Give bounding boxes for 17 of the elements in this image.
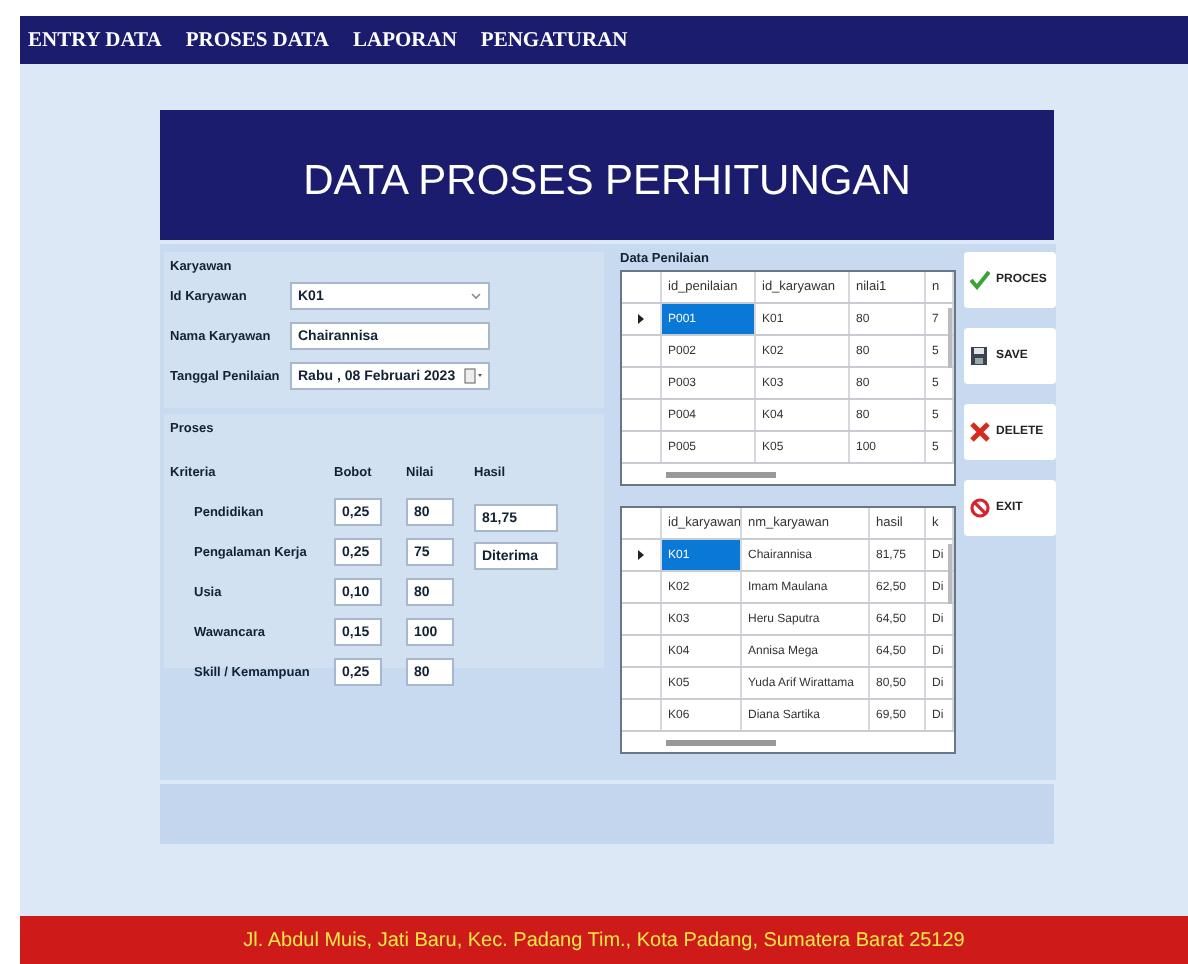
x-icon: [970, 422, 990, 442]
scrollbar[interactable]: [666, 472, 776, 478]
menu-item[interactable]: LAPORAN: [353, 29, 457, 51]
menu-item[interactable]: PROSES DATA: [185, 29, 329, 51]
row-pointer-icon: [638, 550, 644, 560]
no-entry-icon: [970, 498, 990, 518]
scrollbar[interactable]: [666, 740, 776, 746]
menu-item[interactable]: ENTRY DATA: [28, 29, 162, 51]
chevron-down-icon: [470, 290, 482, 302]
footer-address: Jl. Abdul Muis, Jati Baru, Kec. Padang Tim., Kota Padang, Sumatera Barat 25129: [243, 929, 965, 951]
check-icon: [970, 270, 990, 290]
menu-item[interactable]: PENGATURAN: [480, 29, 628, 51]
scrollbar[interactable]: [948, 308, 952, 368]
scrollbar[interactable]: [948, 544, 952, 604]
form-title: DATA PROSES PERHITUNGAN: [303, 157, 911, 205]
row-pointer-icon: [638, 314, 644, 324]
calendar-icon: [464, 368, 482, 384]
